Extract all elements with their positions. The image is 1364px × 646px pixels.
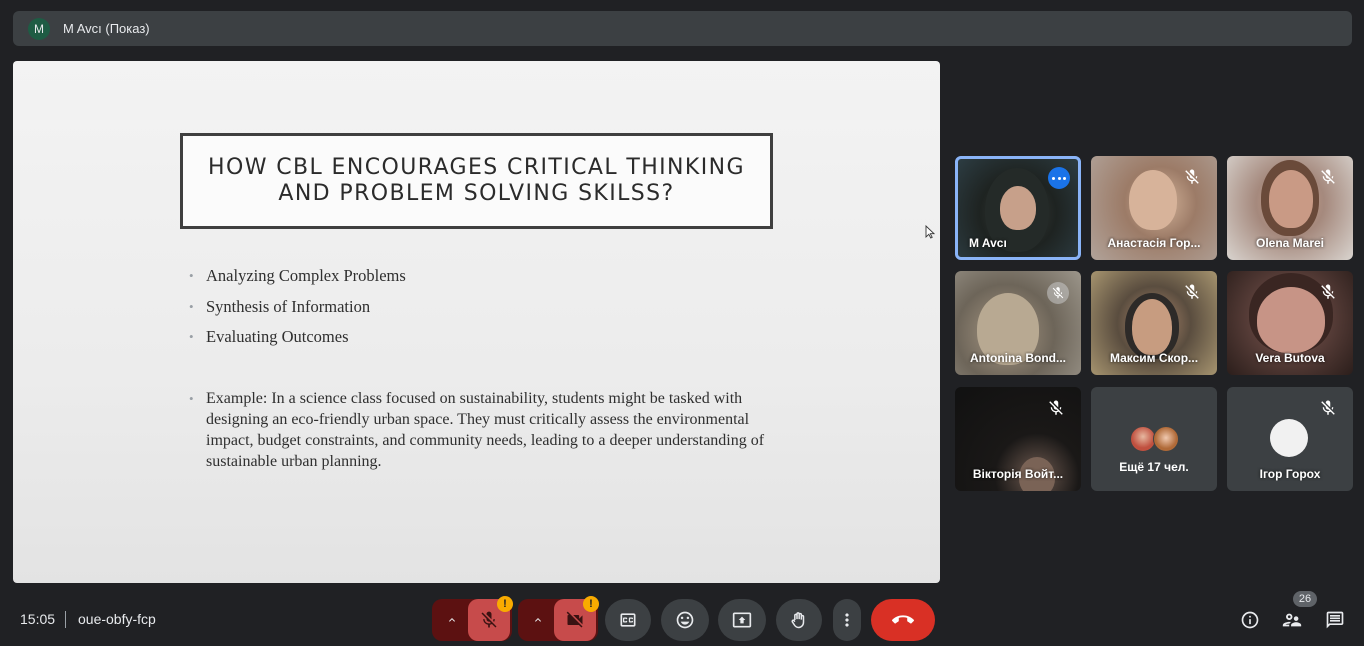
end-call-button[interactable] — [871, 599, 935, 641]
slide-example: Example: In a science class focused on s… — [189, 388, 776, 472]
chevron-up-icon — [535, 618, 541, 622]
mic-off-icon — [1185, 284, 1199, 299]
mini-avatar — [1129, 426, 1156, 452]
participant-tile-olena[interactable]: Olena Marei — [1227, 156, 1353, 260]
slide-bullet: Analyzing Complex Problems — [189, 266, 769, 297]
people-button[interactable] — [1281, 609, 1303, 631]
more-options-icon[interactable] — [1048, 167, 1070, 189]
participant-tile-viktoria[interactable]: Вікторія Войт... — [955, 387, 1081, 491]
camera-off-icon — [566, 611, 583, 628]
participant-tile-ihor[interactable]: Ігор Горох — [1227, 387, 1353, 491]
emoji-icon — [676, 611, 694, 629]
people-icon — [1282, 613, 1302, 627]
participant-tile-m-avci[interactable]: M Avcı — [955, 156, 1081, 260]
warning-badge: ! — [583, 596, 599, 612]
slide-title: HOW CBL ENCOURAGES CRITICAL THINKING AND… — [208, 155, 745, 206]
video-face — [1269, 170, 1313, 228]
video-face — [1129, 170, 1177, 230]
mic-off-icon — [1185, 169, 1199, 184]
participant-name: Antonina Bond... — [970, 351, 1066, 365]
participant-name: Vera Butova — [1255, 351, 1325, 365]
info-icon — [1241, 611, 1259, 629]
presenter-avatar: M — [28, 17, 50, 40]
participant-name: Olena Marei — [1255, 236, 1325, 250]
chat-icon — [1326, 611, 1344, 629]
mic-off-icon — [1049, 400, 1063, 415]
slide-bullet: Synthesis of Information — [189, 297, 769, 328]
participant-tile-antonina[interactable]: Antonina Bond... — [955, 271, 1081, 375]
present-to-all-icon — [732, 612, 752, 628]
warning-badge: ! — [497, 596, 513, 612]
present-screen-button[interactable] — [718, 599, 766, 641]
video-face — [1000, 186, 1036, 230]
participant-name: Анастасія Гор... — [1107, 236, 1201, 250]
meeting-details-button[interactable] — [1239, 609, 1261, 631]
more-vert-icon — [845, 613, 849, 627]
camera-options-button[interactable] — [526, 599, 550, 641]
captions-button[interactable] — [605, 599, 651, 641]
participant-name: Максим Скор... — [1109, 351, 1199, 365]
closed-captions-icon — [620, 613, 636, 627]
slide-title-box: HOW CBL ENCOURAGES CRITICAL THINKING AND… — [180, 133, 773, 229]
mic-off-icon — [1047, 282, 1069, 304]
participant-name: Ігор Горох — [1259, 467, 1321, 481]
mic-off-icon — [1321, 284, 1335, 299]
participant-name: Вікторія Войт... — [972, 467, 1064, 481]
reactions-button[interactable] — [661, 599, 709, 641]
more-options-button[interactable] — [833, 599, 861, 641]
more-participants-tile[interactable]: Ещё 17 чел. — [1091, 387, 1217, 491]
shared-slide: HOW CBL ENCOURAGES CRITICAL THINKING AND… — [13, 61, 940, 583]
slide-bullet: Evaluating Outcomes — [189, 327, 769, 358]
participant-name: M Avcı — [969, 236, 1007, 250]
call-end-icon — [892, 615, 914, 624]
hand-icon — [791, 612, 805, 629]
participant-tile-vera[interactable]: Vera Butova — [1227, 271, 1353, 375]
more-participants-label: Ещё 17 чел. — [1119, 460, 1189, 474]
mic-off-icon — [1321, 169, 1335, 184]
video-face — [1257, 287, 1325, 353]
video-face — [1132, 299, 1172, 355]
participant-tile-anastasia[interactable]: Анастасія Гор... — [1091, 156, 1217, 260]
mic-options-button[interactable] — [440, 599, 464, 641]
slide-bullet-list: Analyzing Complex Problems Synthesis of … — [189, 266, 769, 358]
mini-avatar — [1152, 426, 1179, 452]
divider — [65, 611, 66, 628]
mic-off-icon — [1321, 400, 1335, 415]
participant-avatar — [1270, 419, 1308, 457]
mic-off-icon — [481, 611, 497, 628]
meeting-clock: 15:05 — [20, 611, 56, 627]
mouse-cursor-icon — [925, 225, 935, 239]
participants-count-badge: 26 — [1293, 591, 1317, 607]
mini-avatar-stack — [1129, 426, 1179, 452]
chevron-up-icon — [449, 618, 455, 622]
presenter-bar: M M Avcı (Показ) — [13, 11, 1352, 46]
chat-button[interactable] — [1324, 609, 1346, 631]
participant-tile-maksym[interactable]: Максим Скор... — [1091, 271, 1217, 375]
meeting-code: oue-obfy-fcp — [78, 611, 156, 627]
presenter-label: M Avcı (Показ) — [63, 21, 150, 36]
raise-hand-button[interactable] — [776, 599, 822, 641]
